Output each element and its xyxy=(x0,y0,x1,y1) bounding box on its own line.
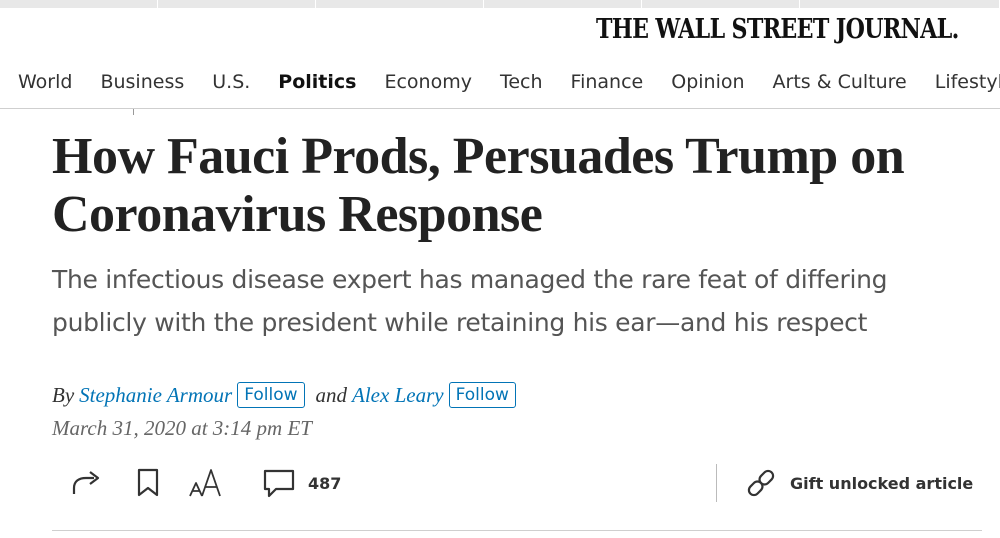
nav-item-opinion[interactable]: Opinion xyxy=(652,66,744,100)
top-browser-strip xyxy=(0,0,1000,8)
section-nav: World Business U.S. Politics Economy Tec… xyxy=(0,66,1000,100)
byline: By Stephanie Armour Follow and Alex Lear… xyxy=(52,380,516,410)
article-subheadline: The infectious disease expert has manage… xyxy=(52,265,888,337)
gift-article-label: Gift unlocked article xyxy=(790,473,974,493)
link-icon xyxy=(744,467,778,499)
author-link-alex-leary[interactable]: Alex Leary xyxy=(352,383,444,408)
comment-count: 487 xyxy=(308,473,342,493)
follow-button-author1[interactable]: Follow xyxy=(237,382,305,408)
nav-marker xyxy=(133,109,134,115)
byline-by: By xyxy=(52,382,75,407)
comments-button[interactable]: 487 xyxy=(262,462,341,504)
nav-item-politics[interactable]: Politics xyxy=(259,66,356,100)
follow-button-author2[interactable]: Follow xyxy=(448,382,516,408)
article-headline: How Fauci Prods, Persuades Trump on Coro… xyxy=(52,128,905,243)
nav-divider xyxy=(0,108,1000,109)
nav-item-lifestyle[interactable]: Lifestyle xyxy=(916,66,1000,100)
article-toolbar: 487 Gift unlocked article xyxy=(52,462,982,504)
text-size-icon xyxy=(188,466,226,500)
publish-timestamp: March 31, 2020 at 3:14 pm ET xyxy=(52,416,312,440)
nav-item-world[interactable]: World xyxy=(0,66,72,100)
bookmark-button[interactable] xyxy=(136,462,160,504)
text-size-button[interactable] xyxy=(188,462,226,504)
bookmark-icon xyxy=(136,467,160,499)
byline-and: and xyxy=(315,382,348,407)
author-link-stephanie-armour[interactable]: Stephanie Armour xyxy=(79,383,232,408)
share-arrow-icon xyxy=(70,468,104,498)
nav-item-tech[interactable]: Tech xyxy=(481,66,543,100)
masthead-logo[interactable]: THE WALL STREET JOURNAL. xyxy=(596,14,959,45)
comment-bubble-icon xyxy=(262,467,296,499)
gift-article-button[interactable]: Gift unlocked article xyxy=(744,462,973,504)
share-button[interactable] xyxy=(70,462,104,504)
nav-item-economy[interactable]: Economy xyxy=(365,66,472,100)
nav-item-us[interactable]: U.S. xyxy=(193,66,250,100)
nav-item-arts-culture[interactable]: Arts & Culture xyxy=(754,66,907,100)
nav-item-finance[interactable]: Finance xyxy=(552,66,644,100)
toolbar-bottom-divider xyxy=(52,530,982,531)
toolbar-divider xyxy=(716,464,717,502)
nav-item-business[interactable]: Business xyxy=(81,66,184,100)
